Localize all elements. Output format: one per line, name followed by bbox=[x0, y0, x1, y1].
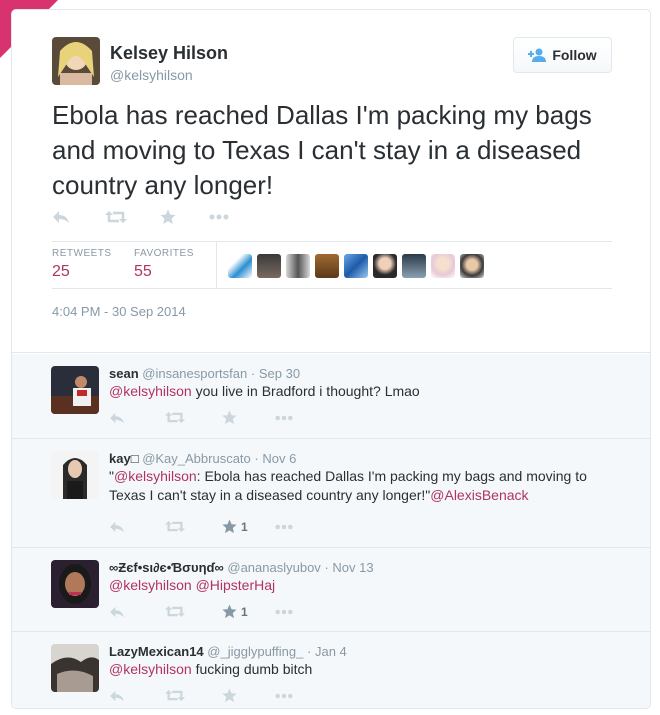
reply-actions: 1 bbox=[109, 519, 293, 534]
reply-author-name[interactable]: LazyMexican14 bbox=[109, 644, 204, 659]
reply-item: ∞Ƶєf•ѕι∂є•Ɓσυηɗ∞ @ananaslyubov · Nov 13 … bbox=[12, 548, 650, 632]
favorites-label: FAVORITES bbox=[134, 248, 194, 259]
reply-separator: · bbox=[254, 451, 259, 466]
reply-icon[interactable] bbox=[109, 690, 165, 702]
reply-text: @kelsyhilson fucking dumb bitch bbox=[109, 660, 619, 679]
favoriters-avatars bbox=[228, 254, 484, 278]
reply-author-handle[interactable]: @Kay_Abbruscato bbox=[142, 451, 251, 466]
reply-actions: 1 bbox=[109, 604, 293, 619]
reply-icon[interactable] bbox=[52, 209, 105, 225]
reply-separator: · bbox=[250, 366, 256, 381]
reply-author-name[interactable]: sean bbox=[109, 366, 139, 381]
retweets-count: 25 bbox=[52, 263, 70, 280]
retweet-icon[interactable] bbox=[165, 689, 222, 702]
reply-icon[interactable] bbox=[109, 521, 165, 533]
reply-date[interactable]: Nov 13 bbox=[332, 560, 373, 575]
reply-body: you live in Bradford i thought? Lmao bbox=[191, 383, 420, 399]
retweet-icon[interactable] bbox=[165, 411, 222, 424]
reply-text: @kelsyhilson you live in Bradford i thou… bbox=[109, 382, 619, 401]
favoriter-avatar[interactable] bbox=[228, 254, 252, 278]
reply-actions bbox=[109, 688, 293, 703]
reply-item: sean @insanesportsfan · Sep 30 @kelsyhil… bbox=[12, 354, 650, 439]
favoriter-avatar[interactable] bbox=[431, 254, 455, 278]
reply-body: fucking dumb bitch bbox=[191, 661, 313, 677]
reply-header: ∞Ƶєf•ѕι∂є•Ɓσυηɗ∞ @ananaslyubov · Nov 13 bbox=[109, 560, 374, 575]
star-icon[interactable]: 1 bbox=[222, 604, 275, 619]
star-icon[interactable] bbox=[222, 410, 275, 425]
name-glyph-icon: □ bbox=[130, 451, 139, 466]
mention-link[interactable]: @AlexisBenack bbox=[430, 487, 528, 503]
mention-link[interactable]: @kelsyhilson bbox=[109, 577, 192, 593]
retweet-icon[interactable] bbox=[165, 605, 222, 618]
reply-icon[interactable] bbox=[109, 606, 165, 618]
avatar[interactable] bbox=[51, 644, 99, 692]
reply-author-handle[interactable]: @ananaslyubov bbox=[227, 560, 320, 575]
more-icon[interactable] bbox=[275, 609, 293, 615]
follow-label: Follow bbox=[552, 47, 597, 63]
add-user-icon bbox=[528, 48, 547, 62]
star-icon[interactable]: 1 bbox=[222, 519, 275, 534]
favoriter-avatar[interactable] bbox=[257, 254, 281, 278]
follow-button[interactable]: Follow bbox=[513, 37, 612, 73]
stats-divider bbox=[216, 242, 217, 288]
favorite-count: 1 bbox=[241, 519, 248, 534]
mention-link[interactable]: @HipsterHaj bbox=[196, 577, 276, 593]
retweets-stat[interactable]: RETWEETS 25 bbox=[52, 248, 112, 281]
favoriter-avatar[interactable] bbox=[373, 254, 397, 278]
favoriter-avatar[interactable] bbox=[315, 254, 339, 278]
reply-item: kay□ @Kay_Abbruscato · Nov 6 "@kelsyhils… bbox=[12, 439, 650, 548]
more-icon[interactable] bbox=[275, 693, 293, 699]
tweet-actions bbox=[52, 209, 239, 225]
retweets-label: RETWEETS bbox=[52, 248, 112, 259]
reply-text: @kelsyhilson @HipsterHaj bbox=[109, 576, 619, 595]
reply-date[interactable]: Nov 6 bbox=[262, 451, 296, 466]
reply-item: LazyMexican14 @_jigglypuffing_ · Jan 4 @… bbox=[12, 632, 650, 708]
reply-header: sean @insanesportsfan · Sep 30 bbox=[109, 366, 300, 381]
retweet-icon[interactable] bbox=[105, 209, 160, 225]
tweet-stats: RETWEETS 25 FAVORITES 55 bbox=[52, 241, 612, 289]
reply-author-name[interactable]: kay bbox=[109, 451, 131, 466]
avatar[interactable] bbox=[52, 37, 100, 85]
mention-link[interactable]: @kelsyhilson bbox=[109, 661, 192, 677]
mention-link[interactable]: @kelsyhilson bbox=[109, 383, 192, 399]
avatar[interactable] bbox=[51, 560, 99, 608]
favoriter-avatar[interactable] bbox=[460, 254, 484, 278]
main-tweet: Kelsey Hilson @kelsyhilson Follow Ebola … bbox=[12, 10, 650, 353]
more-icon[interactable] bbox=[275, 524, 293, 530]
tweet-card: Kelsey Hilson @kelsyhilson Follow Ebola … bbox=[11, 9, 651, 709]
author-name[interactable]: Kelsey Hilson bbox=[110, 43, 228, 64]
reply-header: LazyMexican14 @_jigglypuffing_ · Jan 4 bbox=[109, 644, 347, 659]
favoriter-avatar[interactable] bbox=[286, 254, 310, 278]
reply-header: kay□ @Kay_Abbruscato · Nov 6 bbox=[109, 451, 296, 466]
favorite-count: 1 bbox=[241, 604, 248, 619]
author-handle[interactable]: @kelsyhilson bbox=[110, 67, 193, 83]
star-icon[interactable] bbox=[160, 209, 209, 225]
reply-author-handle[interactable]: @_jigglypuffing_ bbox=[207, 644, 303, 659]
reply-date[interactable]: Jan 4 bbox=[315, 644, 347, 659]
favorites-stat[interactable]: FAVORITES 55 bbox=[134, 248, 194, 281]
more-icon[interactable] bbox=[275, 415, 293, 421]
reply-author-name[interactable]: ∞Ƶєf•ѕι∂є•Ɓσυηɗ∞ bbox=[109, 560, 224, 575]
avatar[interactable] bbox=[51, 366, 99, 414]
replies-list: sean @insanesportsfan · Sep 30 @kelsyhil… bbox=[12, 354, 650, 708]
star-icon[interactable] bbox=[222, 688, 275, 703]
tweet-text: Ebola has reached Dallas I'm packing my … bbox=[52, 100, 592, 200]
more-icon[interactable] bbox=[209, 209, 239, 225]
favoriter-avatar[interactable] bbox=[402, 254, 426, 278]
reply-icon[interactable] bbox=[109, 412, 165, 424]
reply-text: "@kelsyhilson: Ebola has reached Dallas … bbox=[109, 467, 619, 505]
reply-separator: · bbox=[307, 644, 312, 659]
avatar[interactable] bbox=[51, 451, 99, 499]
reply-author-handle[interactable]: @insanesportsfan bbox=[142, 366, 247, 381]
reply-date[interactable]: Sep 30 bbox=[259, 366, 300, 381]
reply-actions bbox=[109, 410, 293, 425]
favorites-count: 55 bbox=[134, 263, 152, 280]
favoriter-avatar[interactable] bbox=[344, 254, 368, 278]
mention-link[interactable]: @kelsyhilson bbox=[114, 468, 197, 484]
reply-separator: · bbox=[324, 560, 329, 575]
retweet-icon[interactable] bbox=[165, 520, 222, 533]
tweet-timestamp[interactable]: 4:04 PM - 30 Sep 2014 bbox=[52, 304, 186, 319]
